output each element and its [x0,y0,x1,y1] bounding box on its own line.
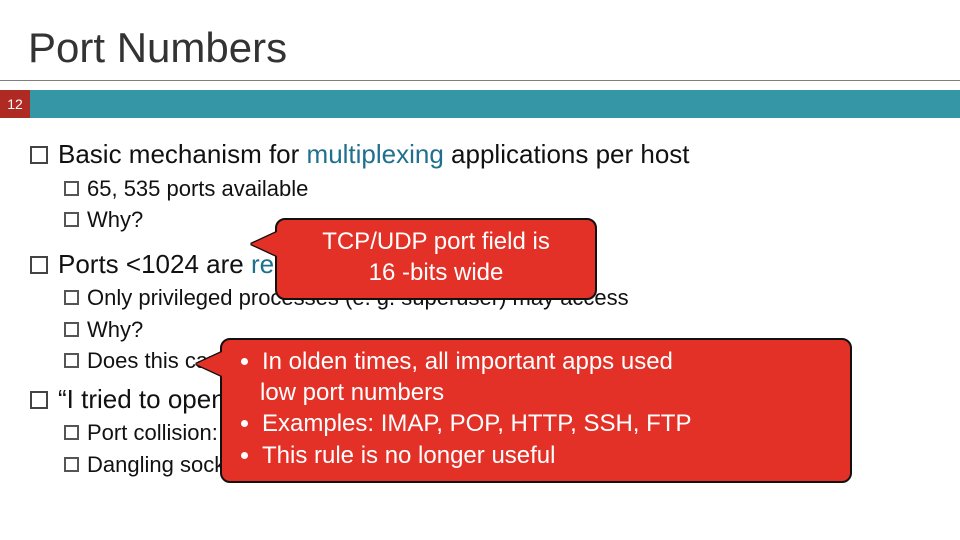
bullet-icon [64,212,79,227]
callout-list: In olden times, all important apps used … [236,346,836,471]
slide-title: Port Numbers [28,24,287,72]
bullet-icon [30,391,48,409]
bullet-icon [30,256,48,274]
callout-list-item: In olden times, all important apps used … [262,346,836,408]
bullet-icon [30,146,48,164]
bullet-icon [64,181,79,196]
bullet-icon [64,457,79,472]
page-number-badge: 12 [0,90,30,118]
bullet-icon [64,322,79,337]
slide: Port Numbers 12 Basic mechanism for mult… [0,0,960,540]
bullet-text: Basic mechanism for multiplexing applica… [58,138,690,171]
keyword: multiplexing [307,139,444,169]
bullet-icon [64,425,79,440]
bullet-text: “I tried to open a [58,383,247,416]
bullet-text: 65, 535 ports available [87,175,308,203]
bullet-icon [64,353,79,368]
header-bar [30,90,960,118]
callout-list-item: This rule is no longer useful [262,440,836,471]
bullet-icon [64,290,79,305]
callout-arrow-icon [251,232,277,256]
callout-line: 16 -bits wide [291,257,581,288]
callout-low-ports: In olden times, all important apps used … [220,338,852,483]
title-rule [0,80,960,81]
callout-port-field: TCP/UDP port field is 16 -bits wide [275,218,597,300]
bullet-text: Why? [87,316,143,344]
bullet-level2: 65, 535 ports available [64,175,940,203]
callout-line: TCP/UDP port field is [291,226,581,257]
bullet-level1: Basic mechanism for multiplexing applica… [30,138,940,171]
callout-arrow-icon [196,352,222,376]
bullet-text: Why? [87,206,143,234]
callout-list-item: Examples: IMAP, POP, HTTP, SSH, FTP [262,408,836,439]
